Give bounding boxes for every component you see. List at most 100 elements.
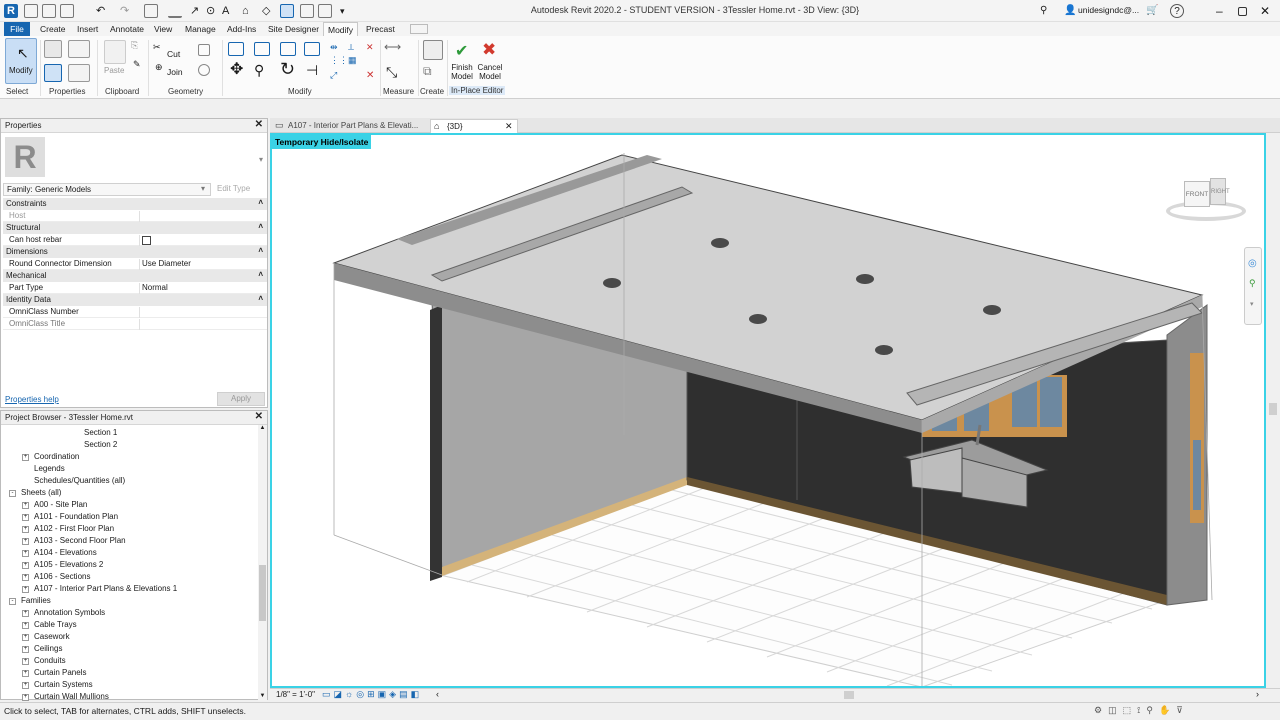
tree-item[interactable]: A00 - Site Plan: [34, 500, 87, 512]
pin-icon[interactable]: ⟂: [348, 42, 354, 53]
create-group-icon[interactable]: [423, 40, 443, 60]
tree-expander-icon[interactable]: -: [9, 490, 16, 497]
offset-icon[interactable]: [254, 42, 270, 56]
group-structural[interactable]: Structural ˄: [3, 222, 267, 234]
split-icon[interactable]: ⇹: [330, 42, 338, 53]
prop-omniclass-title[interactable]: OmniClass Title: [3, 318, 267, 330]
unpin-icon[interactable]: ▦: [348, 55, 357, 66]
apply-button[interactable]: Apply: [217, 392, 265, 406]
tab-view[interactable]: View: [150, 22, 176, 36]
tab-a107-view[interactable]: A107 - Interior Part Plans & Elevati... ▭: [272, 119, 430, 133]
family-dropdown-icon[interactable]: ▾: [201, 184, 205, 193]
group-constraints[interactable]: Constraints ˄: [3, 198, 267, 210]
tree-item[interactable]: Coordination: [34, 452, 79, 464]
cut-icon[interactable]: ✂: [153, 42, 161, 53]
tree-item[interactable]: A105 - Elevations 2: [34, 560, 103, 572]
group-identity-data[interactable]: Identity Data ˄: [3, 294, 267, 306]
tree-expander-icon[interactable]: +: [22, 502, 29, 509]
tab-annotate[interactable]: Annotate: [106, 22, 148, 36]
type-properties-icon[interactable]: [68, 40, 90, 58]
rotate-icon[interactable]: ↻: [280, 60, 295, 78]
scroll-down-icon[interactable]: ▼: [258, 693, 267, 699]
tree-expander-icon[interactable]: +: [22, 550, 29, 557]
family-category-icon[interactable]: [68, 64, 90, 82]
tree-item[interactable]: Annotation Symbols: [34, 608, 105, 620]
panel-select-label[interactable]: Select: [6, 87, 28, 96]
group-mechanical[interactable]: Mechanical ˄: [3, 270, 267, 282]
tree-item[interactable]: Legends: [34, 464, 65, 476]
tree-expander-icon[interactable]: +: [22, 622, 29, 629]
steering-wheel-icon[interactable]: ◎: [1248, 258, 1257, 269]
hscroll-thumb[interactable]: [844, 691, 854, 699]
maximize-icon[interactable]: [1238, 7, 1247, 16]
cancel-model-label[interactable]: Cancel Model: [477, 63, 503, 81]
tree-item[interactable]: Section 1: [84, 428, 117, 440]
tree-item[interactable]: Section 2: [84, 440, 117, 452]
binoculars-icon[interactable]: ⚲: [1040, 4, 1054, 18]
measure-along-icon[interactable]: ⤡: [386, 64, 397, 81]
tab-insert[interactable]: Insert: [73, 22, 102, 36]
prop-round-connector[interactable]: Round Connector Dimension Use Diameter: [3, 258, 267, 270]
trim-icon[interactable]: ⊣: [306, 62, 318, 78]
browser-scrollbar[interactable]: ▲ ▼: [258, 425, 267, 701]
help-icon[interactable]: ?: [1170, 4, 1184, 18]
array-icon[interactable]: ⋮⋮: [330, 55, 348, 66]
prop-part-type[interactable]: Part Type Normal: [3, 282, 267, 294]
modify-button[interactable]: ↖ Modify: [5, 38, 37, 84]
tree-item[interactable]: A103 - Second Floor Plan: [34, 536, 126, 548]
cart-icon[interactable]: 🛒: [1146, 4, 1160, 18]
user-name[interactable]: unidesigndc@...: [1078, 5, 1139, 15]
tree-item[interactable]: Curtain Systems: [34, 680, 93, 692]
tree-item[interactable]: A107 - Interior Part Plans & Elevations …: [34, 584, 177, 596]
tab-create[interactable]: Create: [36, 22, 70, 36]
create-assembly-icon[interactable]: ⧉: [423, 64, 432, 79]
hscroll-left-icon[interactable]: ‹: [436, 689, 439, 699]
paint-icon[interactable]: [198, 64, 210, 76]
family-types-icon[interactable]: [44, 64, 62, 82]
move-icon[interactable]: ✥: [230, 62, 243, 78]
join-icon[interactable]: ⊕: [155, 62, 163, 73]
user-icon[interactable]: 👤: [1064, 4, 1078, 18]
ribbon-toggle-icon[interactable]: [410, 24, 428, 34]
model-canvas[interactable]: [272, 135, 1264, 686]
tab-precast[interactable]: Precast: [362, 22, 399, 36]
tree-expander-icon[interactable]: +: [22, 670, 29, 677]
view-cube-right[interactable]: RIGHT: [1210, 178, 1230, 205]
can-host-rebar-checkbox[interactable]: [142, 236, 151, 245]
prop-omniclass-number[interactable]: OmniClass Number: [3, 306, 267, 318]
tree-item[interactable]: Sheets (all): [21, 488, 61, 500]
group-dimensions[interactable]: Dimensions ˄: [3, 246, 267, 258]
properties-help-link[interactable]: Properties help: [5, 395, 59, 404]
tree-expander-icon[interactable]: +: [22, 454, 29, 461]
tab-3d-view[interactable]: {3D} ⌂ ✕: [430, 119, 518, 133]
tab-modify[interactable]: Modify: [323, 22, 359, 36]
tree-expander-icon[interactable]: -: [9, 598, 16, 605]
copy-icon[interactable]: ⎘: [131, 40, 138, 51]
tree-expander-icon[interactable]: +: [22, 574, 29, 581]
nav-menu-icon[interactable]: ▾: [1250, 300, 1254, 308]
tree-expander-icon[interactable]: +: [22, 634, 29, 641]
panel-measure-label[interactable]: Measure: [383, 87, 414, 96]
view-cube-front[interactable]: FRONT: [1184, 181, 1210, 207]
cut-label[interactable]: Cut: [167, 49, 180, 59]
view-scale[interactable]: 1/8" = 1'-0": [276, 690, 315, 699]
finish-model-icon[interactable]: ✔: [455, 41, 468, 61]
minimize-icon[interactable]: –: [1216, 4, 1230, 18]
edit-type-button[interactable]: Edit Type: [215, 183, 265, 196]
tree-item[interactable]: A102 - First Floor Plan: [34, 524, 114, 536]
tab-manage[interactable]: Manage: [181, 22, 220, 36]
3d-viewport[interactable]: Temporary Hide/Isolate FRONT RIGHT ◎ ⚲ ▾: [270, 133, 1266, 688]
close-browser-icon[interactable]: ✕: [255, 411, 263, 422]
tab-site-designer[interactable]: Site Designer: [264, 22, 323, 36]
viewport-vscroll[interactable]: [1267, 133, 1279, 688]
tree-expander-icon[interactable]: +: [22, 562, 29, 569]
match-props-icon[interactable]: ✎: [133, 59, 141, 70]
viewport-vscroll-thumb[interactable]: [1269, 403, 1277, 415]
tree-expander-icon[interactable]: +: [22, 514, 29, 521]
scroll-thumb[interactable]: [259, 565, 266, 621]
tree-item[interactable]: Conduits: [34, 656, 66, 668]
view-cube[interactable]: FRONT RIGHT: [1164, 173, 1248, 229]
tree-item[interactable]: Casework: [34, 632, 70, 644]
tree-expander-icon[interactable]: +: [22, 694, 29, 701]
cancel-model-icon[interactable]: ✖: [482, 40, 496, 60]
